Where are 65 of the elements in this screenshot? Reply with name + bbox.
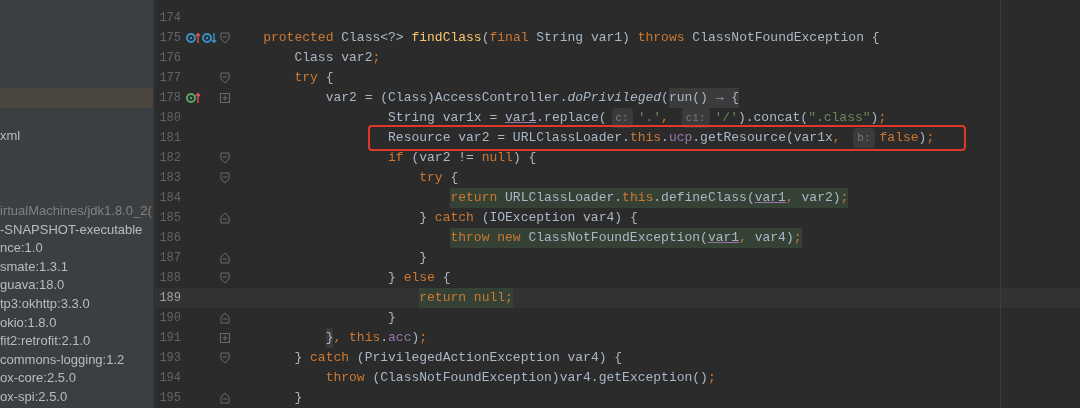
parameter-hint: b: — [853, 128, 875, 148]
fold-icon[interactable] — [219, 272, 230, 284]
fold-icon[interactable] — [219, 352, 230, 364]
overridden-down-icon[interactable] — [201, 31, 217, 45]
code-line: try { — [419, 169, 459, 187]
fold-icon[interactable] — [219, 392, 230, 404]
line-number: 189 — [158, 290, 181, 307]
line-number: 188 — [158, 270, 181, 287]
line-number: 174 — [158, 10, 181, 27]
code-line: protected Class<?> findClass(final String var1) throws ClassNotFoundException { — [263, 29, 880, 47]
code-line: if (var2 != null) { — [388, 149, 537, 167]
tree-item[interactable]: smate:1.3.1 — [0, 258, 68, 274]
expand-icon[interactable] — [219, 93, 230, 103]
tree-item[interactable]: ox-core:2.5.0 — [0, 370, 76, 386]
code-line: Class var2; — [294, 49, 381, 67]
code-line: }, this.acc); — [325, 328, 428, 348]
fold-icon[interactable] — [219, 152, 230, 164]
code-line: throw (ClassNotFoundException)var4.getException(); — [325, 369, 716, 387]
code-line: } — [388, 309, 396, 327]
code-line: var2 = (Class)AccessController.doPrivileged(run() → { — [325, 88, 740, 108]
parameter-hint: c: — [611, 108, 633, 128]
tree-item[interactable]: -SNAPSHOT-executable — [0, 221, 143, 237]
code-line: try { — [294, 69, 334, 87]
code-line: } else { — [388, 269, 451, 287]
code-line: } catch (IOException var4) { — [419, 209, 638, 227]
tree-item[interactable]: guava:18.0 — [0, 277, 65, 293]
tree-item[interactable]: ox-spi:2.5.0 — [0, 388, 68, 404]
code-line: } — [294, 389, 303, 407]
line-number: 180 — [158, 110, 181, 127]
file-name[interactable]: xml — [0, 128, 21, 143]
fold-icon[interactable] — [219, 32, 230, 44]
line-number: 181 — [158, 130, 181, 147]
line-number: 193 — [158, 350, 181, 367]
line-number: 194 — [158, 370, 181, 387]
line-number: 183 — [158, 170, 181, 187]
override-up-icon[interactable] — [185, 91, 201, 105]
fold-icon[interactable] — [219, 212, 230, 224]
fold-icon[interactable] — [219, 252, 230, 264]
line-number: 175 — [158, 30, 181, 47]
tree-item[interactable]: tp3:okhttp:3.3.0 — [0, 295, 90, 311]
line-number: 187 — [158, 250, 181, 267]
tree-item[interactable]: nce:1.0 — [0, 240, 43, 256]
fold-icon[interactable] — [219, 312, 230, 324]
tree-item[interactable]: commons-logging:1.2 — [0, 351, 125, 367]
tree-item[interactable]: fit2:retrofit:2.1.0 — [0, 333, 91, 349]
code-line: } catch (PrivilegedActionException var4) { — [294, 349, 623, 367]
line-number: 176 — [158, 50, 181, 67]
parameter-hint: c1: — [681, 108, 710, 128]
line-number: 184 — [158, 190, 181, 207]
line-number: 195 — [158, 390, 181, 407]
expand-icon[interactable] — [219, 333, 230, 343]
tree-item[interactable]: okio:1.8.0 — [0, 314, 57, 330]
code-line: String var1x = var1.replace( c: '.', c1: '/').concat(".class"); — [388, 108, 887, 128]
code-line: Resource var2 = URLClassLoader.this.ucp.getResource(var1x, b: false); — [388, 128, 935, 148]
line-number: 177 — [158, 70, 181, 87]
line-number: 185 — [158, 210, 181, 227]
code-line: } — [419, 249, 428, 267]
line-number: 182 — [158, 150, 181, 167]
fold-icon[interactable] — [219, 72, 230, 84]
line-number: 186 — [158, 230, 181, 247]
line-number: 178 — [158, 90, 181, 107]
fold-icon[interactable] — [219, 172, 230, 184]
line-number: 191 — [158, 330, 181, 347]
override-up-icon[interactable] — [185, 31, 201, 45]
line-number: 190 — [158, 310, 181, 327]
